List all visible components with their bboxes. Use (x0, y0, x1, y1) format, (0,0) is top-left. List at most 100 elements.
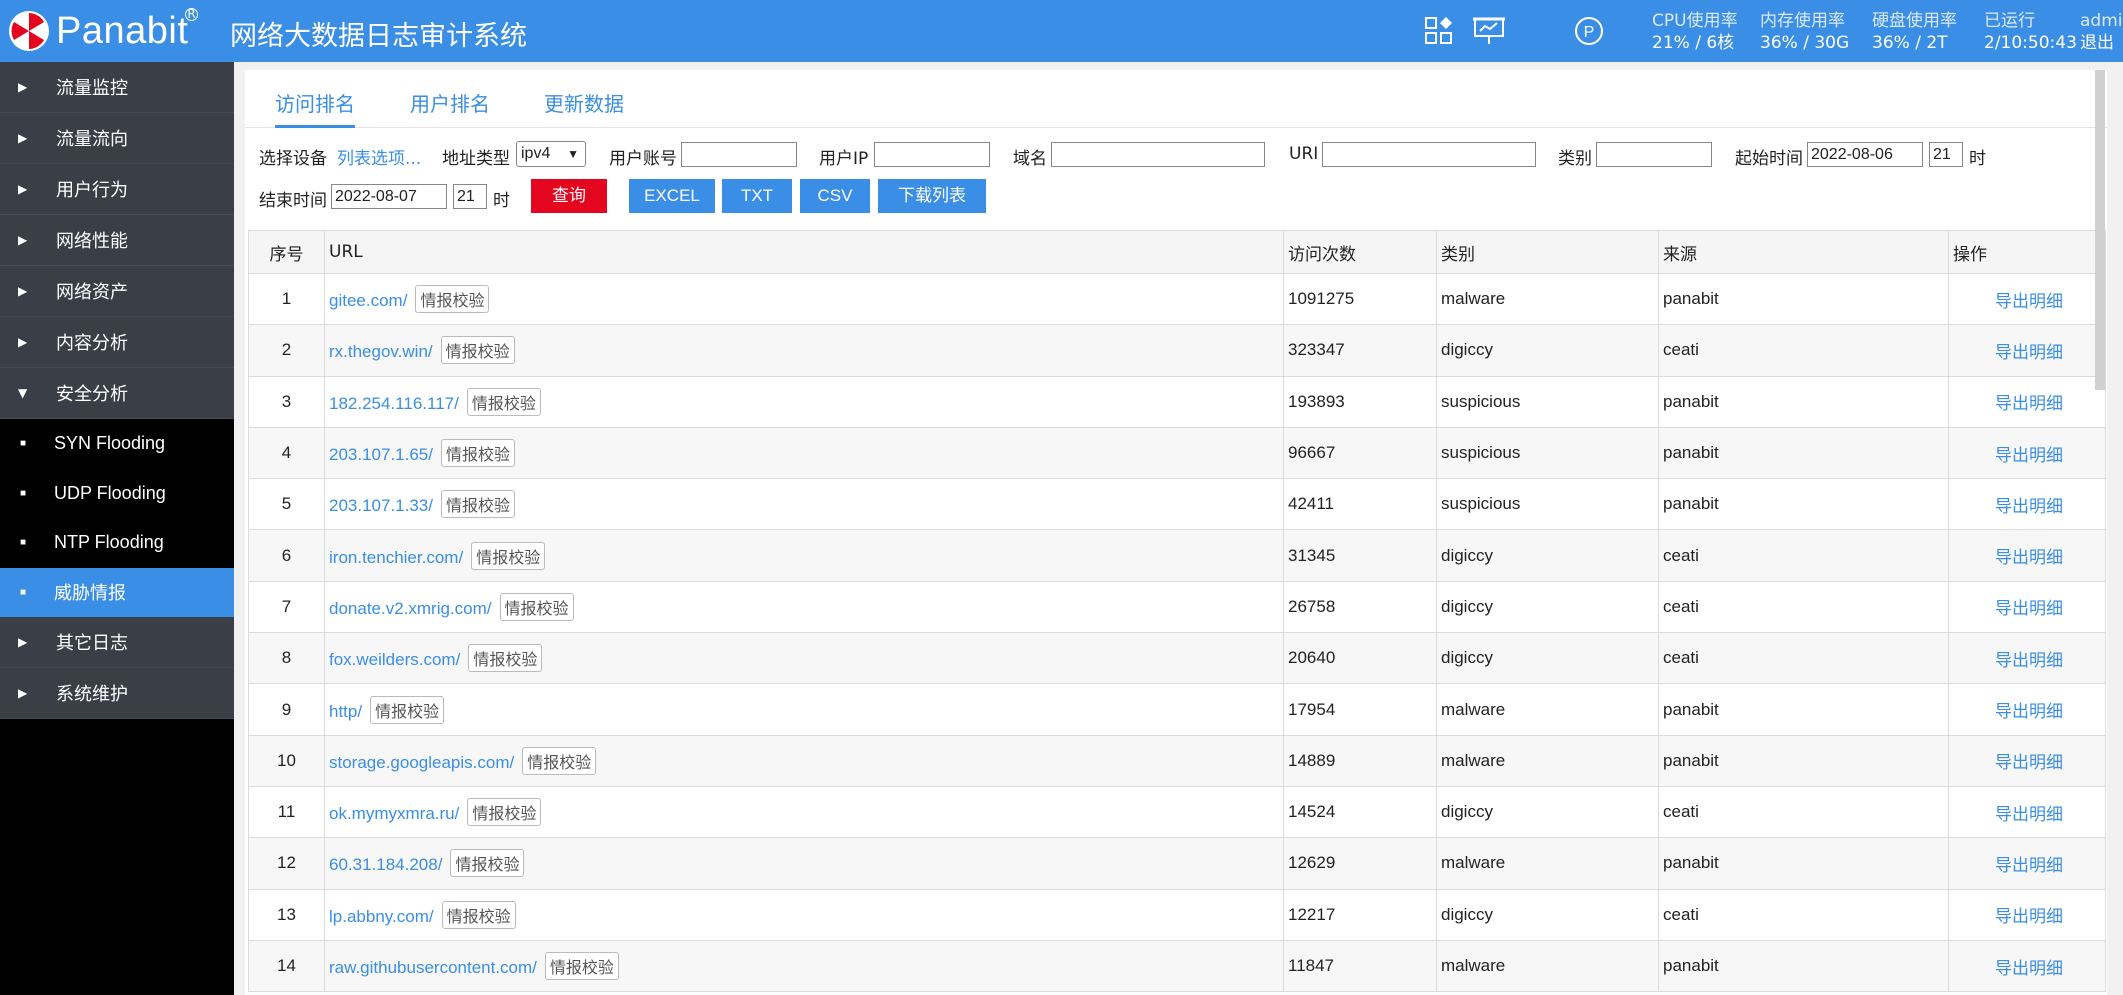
end-date-input[interactable]: 2022-08-07 (331, 184, 447, 209)
row-source: panabit (1658, 734, 1949, 787)
export-detail-link[interactable]: 导出明细 (1948, 580, 2106, 634)
export-txt-button[interactable]: TXT (722, 179, 792, 213)
export-detail-link[interactable]: 导出明细 (1948, 734, 2106, 787)
row-source: panabit (1658, 939, 1949, 993)
url-link[interactable]: storage.googleapis.com/ (329, 753, 514, 772)
export-detail-link[interactable]: 导出明细 (1948, 785, 2106, 839)
start-date-input[interactable]: 2022-08-06 (1807, 142, 1923, 167)
row-count: 14889 (1283, 734, 1437, 787)
tab-update-data[interactable]: 更新数据 (544, 88, 624, 128)
presentation-icon[interactable] (1472, 14, 1506, 48)
p-circle-icon[interactable]: P (1572, 14, 1606, 48)
user-account-label: 用户账号 (609, 149, 677, 169)
device-label: 选择设备 (259, 149, 327, 169)
chevron-right-icon: ▶ (18, 80, 28, 94)
disk-stat: 硬盘使用率 36% / 2T (1872, 10, 1957, 54)
url-link[interactable]: 60.31.184.208/ (329, 855, 442, 874)
sidebar-item-network-assets[interactable]: ▶ 网络资产 (0, 266, 234, 317)
apps-grid-icon[interactable] (1422, 14, 1456, 48)
url-link[interactable]: ok.mymyxmra.ru/ (329, 804, 459, 823)
intel-verify-button[interactable]: 情报校验 (441, 900, 516, 929)
start-hour-input[interactable]: 21 (1929, 142, 1963, 167)
intel-verify-button[interactable]: 情报校验 (450, 849, 525, 878)
sidebar-subitem-syn-flooding[interactable]: ■ SYN Flooding (0, 419, 234, 469)
download-list-button[interactable]: 下载列表 (878, 179, 986, 213)
tab-user-ranking[interactable]: 用户排名 (410, 88, 490, 128)
col-header-category: 类别 (1436, 230, 1659, 274)
sidebar-subitem-threat-intel[interactable]: ■ 威胁情报 (0, 567, 234, 617)
sidebar-item-system-maintenance[interactable]: ▶ 系统维护 (0, 668, 234, 719)
url-link[interactable]: gitee.com/ (329, 291, 407, 310)
chevron-down-icon: ▼ (567, 147, 579, 161)
vertical-scrollbar[interactable] (2095, 70, 2105, 390)
url-link[interactable]: rx.thegov.win/ (329, 342, 433, 361)
query-button[interactable]: 查询 (531, 179, 607, 213)
url-link[interactable]: lp.abbny.com/ (329, 907, 434, 926)
url-link[interactable]: fox.weilders.com/ (329, 650, 460, 669)
export-excel-button[interactable]: EXCEL (629, 179, 715, 213)
logout-link[interactable]: 退出 (2080, 32, 2123, 54)
sidebar-item-traffic-monitor[interactable]: ▶ 流量监控 (0, 62, 234, 113)
row-count: 96667 (1283, 426, 1437, 480)
intel-verify-button[interactable]: 情报校验 (370, 695, 445, 724)
chevron-right-icon: ▶ (18, 686, 28, 700)
export-detail-link[interactable]: 导出明细 (1948, 683, 2106, 736)
url-link[interactable]: 203.107.1.65/ (329, 445, 433, 464)
export-detail-link[interactable]: 导出明细 (1948, 324, 2106, 377)
row-count: 17954 (1283, 683, 1437, 736)
export-detail-link[interactable]: 导出明细 (1948, 888, 2106, 941)
url-link[interactable]: 203.107.1.33/ (329, 496, 433, 515)
sidebar-item-other-logs[interactable]: ▶ 其它日志 (0, 617, 234, 668)
export-detail-link[interactable]: 导出明细 (1948, 426, 2106, 480)
sidebar-item-content-analysis[interactable]: ▶ 内容分析 (0, 317, 234, 368)
row-category: digiccy (1436, 324, 1659, 377)
tab-visit-ranking[interactable]: 访问排名 (275, 88, 355, 128)
export-csv-button[interactable]: CSV (800, 179, 870, 213)
intel-verify-button[interactable]: 情报校验 (440, 336, 515, 365)
export-detail-link[interactable]: 导出明细 (1948, 939, 2106, 993)
row-url-cell: fox.weilders.com/情报校验 (324, 632, 1284, 685)
intel-verify-button[interactable]: 情报校验 (440, 439, 515, 468)
url-link[interactable]: http/ (329, 702, 362, 721)
intel-verify-button[interactable]: 情报校验 (471, 541, 546, 570)
sidebar-item-network-performance[interactable]: ▶ 网络性能 (0, 215, 234, 266)
intel-verify-button[interactable]: 情报校验 (415, 285, 490, 314)
export-detail-link[interactable]: 导出明细 (1948, 529, 2106, 582)
intel-verify-button[interactable]: 情报校验 (466, 387, 541, 416)
sidebar-subitem-udp-flooding[interactable]: ■ UDP Flooding (0, 468, 234, 518)
domain-input[interactable] (1051, 142, 1265, 167)
user-account-input[interactable] (681, 142, 797, 167)
sidebar-subitem-ntp-flooding[interactable]: ■ NTP Flooding (0, 518, 234, 568)
sidebar-item-user-behavior[interactable]: ▶ 用户行为 (0, 164, 234, 215)
addr-type-select[interactable]: ipv4 ▼ (516, 141, 586, 167)
export-detail-link[interactable]: 导出明细 (1948, 478, 2106, 531)
memory-label: 内存使用率 (1760, 11, 1845, 31)
uri-input[interactable] (1322, 142, 1536, 167)
intel-verify-button[interactable]: 情报校验 (499, 592, 574, 621)
export-detail-link[interactable]: 导出明细 (1948, 272, 2106, 326)
device-list-link[interactable]: 列表选项... (337, 144, 421, 169)
row-source: panabit (1658, 426, 1949, 480)
url-link[interactable]: iron.tenchier.com/ (329, 548, 463, 567)
intel-verify-button[interactable]: 情报校验 (544, 952, 619, 980)
end-hour-input[interactable]: 21 (453, 184, 487, 209)
intel-verify-button[interactable]: 情报校验 (522, 746, 597, 775)
export-detail-link[interactable]: 导出明细 (1948, 632, 2106, 685)
cpu-value: 21% / 6核 (1652, 33, 1735, 53)
export-detail-link[interactable]: 导出明细 (1948, 837, 2106, 890)
main-area: 访问排名 用户排名 更新数据 选择设备 列表选项... 地址类型 ipv4 ▼ … (234, 62, 2123, 995)
intel-verify-button[interactable]: 情报校验 (468, 644, 543, 673)
sidebar-item-security-analysis[interactable]: ▼ 安全分析 (0, 368, 234, 419)
category-input[interactable] (1596, 142, 1712, 167)
url-link[interactable]: raw.githubusercontent.com/ (329, 958, 537, 977)
export-detail-link[interactable]: 导出明细 (1948, 375, 2106, 428)
url-link[interactable]: 182.254.116.117/ (329, 394, 459, 413)
url-link[interactable]: donate.v2.xmrig.com/ (329, 599, 492, 618)
user-ip-input[interactable] (874, 142, 990, 167)
intel-verify-button[interactable]: 情报校验 (440, 490, 515, 519)
sidebar-item-label: 流量流向 (56, 129, 128, 150)
registered-mark: R (185, 8, 198, 21)
intel-verify-button[interactable]: 情报校验 (467, 798, 542, 827)
sidebar-item-traffic-flow[interactable]: ▶ 流量流向 (0, 113, 234, 164)
chevron-right-icon: ▶ (18, 635, 28, 649)
